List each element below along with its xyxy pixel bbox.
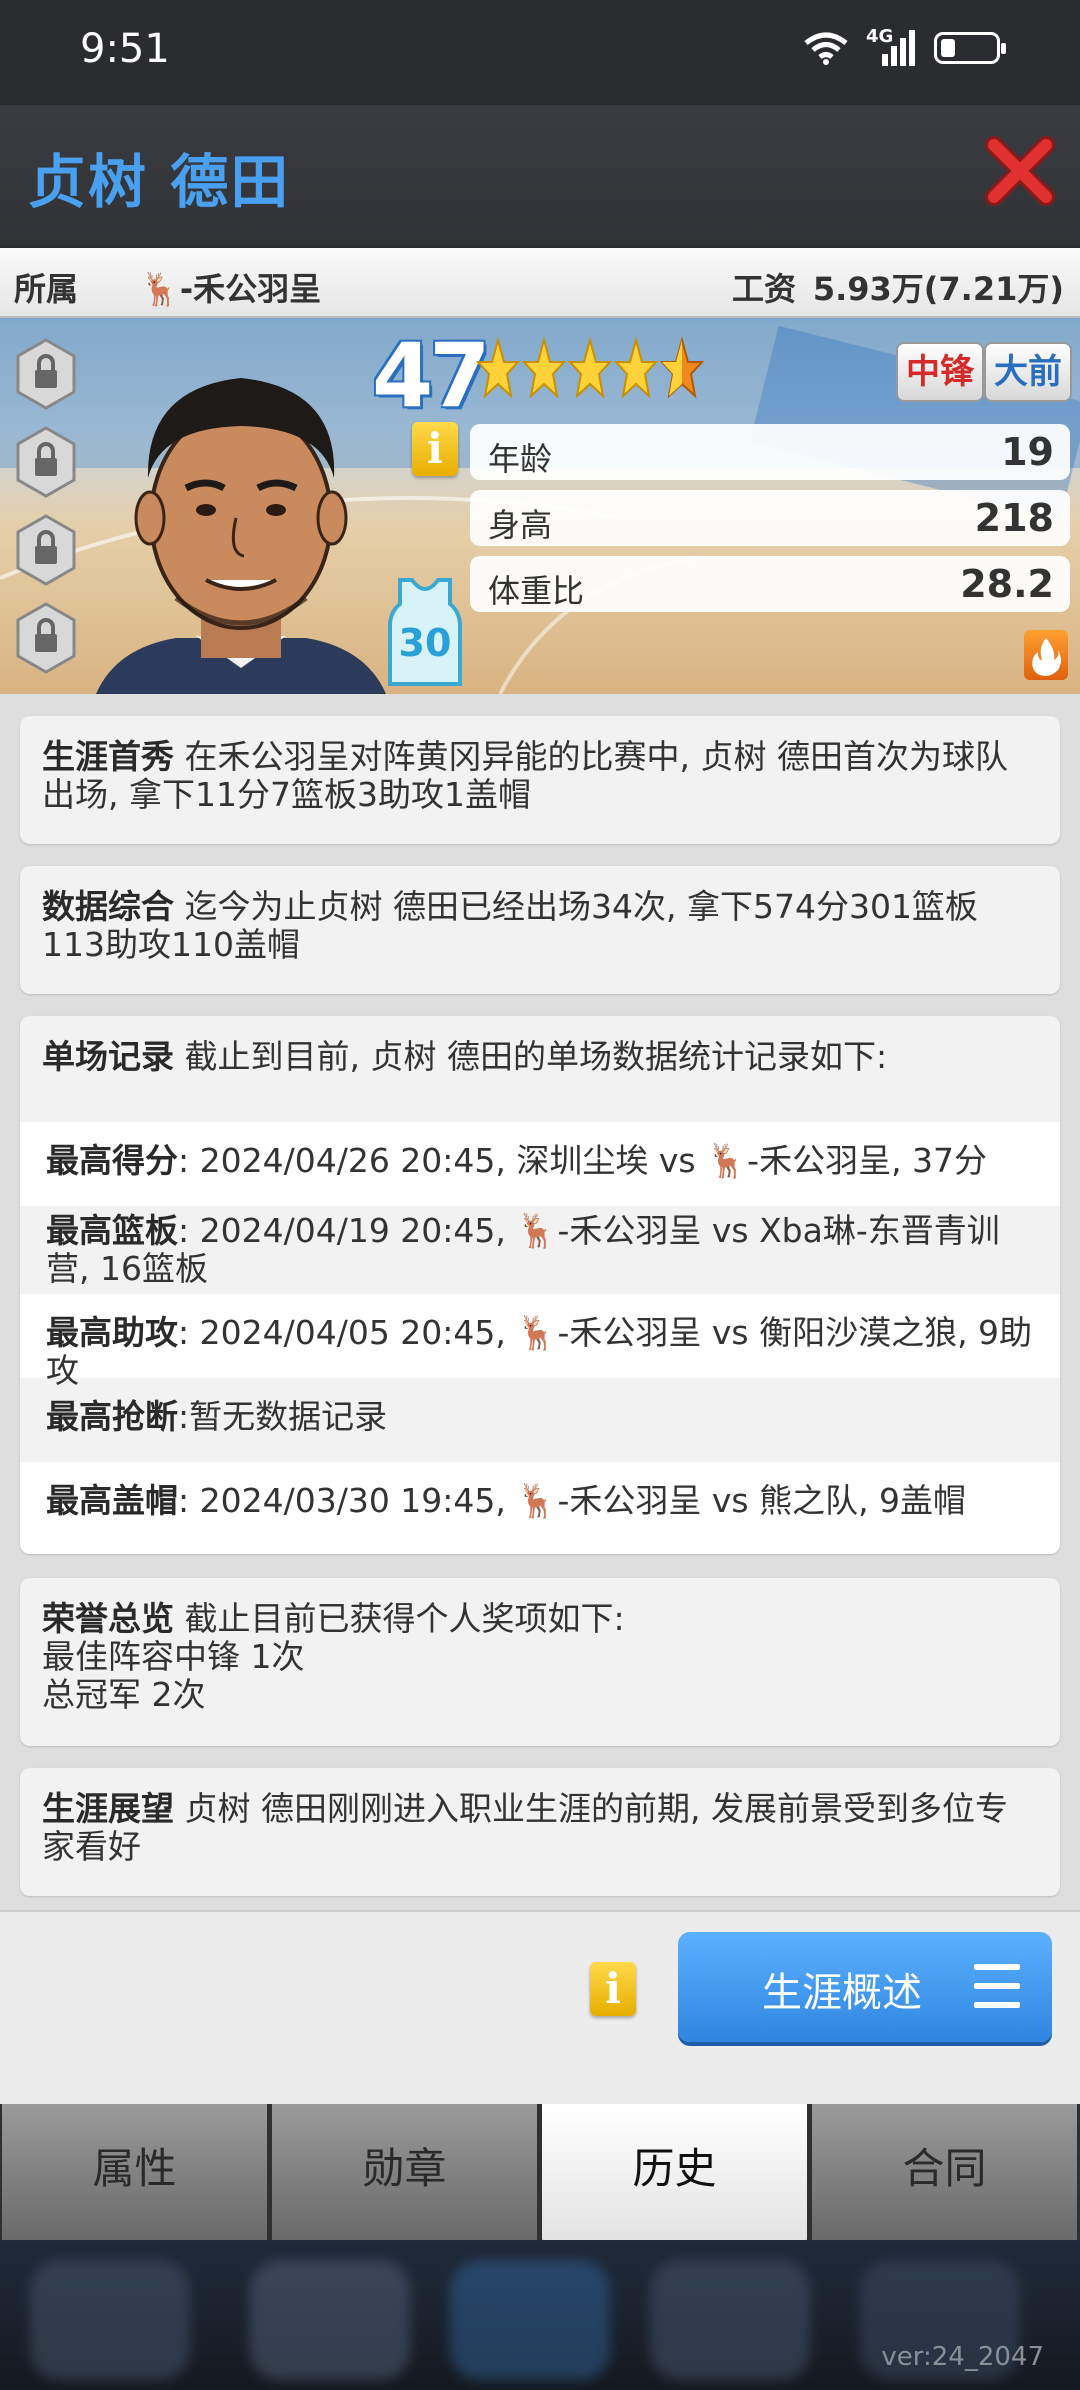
half-star-icon: [660, 336, 704, 399]
record-label: 最高助攻: [46, 1313, 178, 1352]
signal-icon: 4G: [866, 26, 916, 66]
fire-icon[interactable]: [1024, 630, 1068, 680]
network-type: 4G: [866, 26, 894, 47]
record-label: 最高篮板: [46, 1211, 178, 1250]
records-title: 单场记录: [42, 1037, 174, 1076]
close-icon[interactable]: [982, 133, 1058, 209]
lock-icon[interactable]: [16, 514, 76, 586]
position-badge-primary: 中锋: [896, 342, 984, 402]
team-label: 所属: [14, 270, 79, 308]
debut-text: 在禾公羽呈对阵黄冈异能的比赛中, 贞树 德田首次为球队出场, 拿下11分7篮板3…: [42, 737, 1008, 814]
player-avatar: [96, 378, 386, 694]
team-salary-bar: 所属 🦌-禾公羽呈 工资 5.93万(7.21万): [0, 248, 1080, 318]
summary-title: 数据综合: [42, 887, 174, 926]
player-card: 30 47 中锋 大前 i 年龄 19 身高 218 体重比 28.2: [0, 318, 1080, 694]
record-row: 最高盖帽: 2024/03/30 19:45, 🦌-禾公羽呈 vs 熊之队, 9…: [20, 1462, 1060, 1554]
footer-bar: i 生涯概述: [0, 1910, 1080, 2106]
tab-bar: 属性 勋章 历史 合同: [0, 2104, 1080, 2244]
record-text: : 2024/04/26 20:45, 深圳尘埃 vs 🦌-禾公羽呈, 37分: [178, 1141, 988, 1180]
records-text: 截止到目前, 贞树 德田的单场数据统计记录如下:: [184, 1037, 888, 1076]
record-row: 最高得分: 2024/04/26 20:45, 深圳尘埃 vs 🦌-禾公羽呈, …: [20, 1122, 1060, 1206]
outlook-card: 生涯展望 贞树 德田刚刚进入职业生涯的前期, 发展前景受到多位专家看好: [20, 1768, 1060, 1896]
stat-label: 年龄: [488, 440, 553, 478]
record-label: 最高盖帽: [46, 1481, 178, 1520]
honors-title: 荣誉总览: [42, 1599, 174, 1638]
star-icon: [476, 336, 520, 399]
star-icon: [614, 336, 658, 399]
records-card: 单场记录 截止到目前, 贞树 德田的单场数据统计记录如下: 最高得分: 2024…: [20, 1016, 1060, 1554]
tab-contract[interactable]: 合同: [812, 2104, 1080, 2240]
position-badge-secondary: 大前: [984, 342, 1072, 402]
stat-value: 28.2: [960, 562, 1054, 606]
stat-value: 19: [1001, 430, 1054, 474]
outlook-text: 贞树 德田刚刚进入职业生涯的前期, 发展前景受到多位专家看好: [42, 1789, 1008, 1866]
record-text: : 2024/03/30 19:45, 🦌-禾公羽呈 vs 熊之队, 9盖帽: [178, 1481, 967, 1520]
record-label: 最高抢断: [46, 1397, 178, 1436]
clock: 9:51: [80, 26, 170, 72]
stat-row-height: 身高 218: [470, 490, 1070, 546]
stat-row-weight-ratio: 体重比 28.2: [470, 556, 1070, 612]
honor-item: 最佳阵容中锋 1次: [42, 1637, 305, 1676]
team-name[interactable]: 🦌-禾公羽呈: [140, 264, 321, 310]
stat-value: 218: [974, 496, 1054, 540]
star-rating: [476, 334, 704, 404]
career-overview-label: 生涯概述: [762, 1970, 922, 2016]
tab-attributes[interactable]: 属性: [2, 2104, 270, 2240]
star-icon: [568, 336, 612, 399]
info-icon[interactable]: i: [590, 1962, 636, 2016]
salary-value: 5.93万(7.21万): [812, 270, 1064, 308]
summary-card: 数据综合 迄今为止贞树 德田已经出场34次, 拿下574分301篮板113助攻1…: [20, 866, 1060, 994]
background-nav: ver:24_2047: [0, 2240, 1080, 2390]
status-icons: 4G: [804, 26, 1006, 66]
page-title: 贞树 德田: [28, 148, 291, 216]
record-row: 最高抢断:暂无数据记录: [20, 1378, 1060, 1462]
star-icon: [522, 336, 566, 399]
title-bar: 贞树 德田: [0, 105, 1080, 245]
wifi-icon: [804, 32, 848, 65]
menu-icon: [974, 1964, 1020, 2010]
record-text: : 2024/04/19 20:45, 🦌-禾公羽呈 vs Xba琳-东晋青训营…: [46, 1211, 1000, 1288]
jersey-number: 30: [399, 621, 452, 665]
stat-label: 身高: [488, 506, 553, 544]
lock-icon[interactable]: [16, 338, 76, 410]
record-text: :暂无数据记录: [178, 1397, 388, 1436]
honor-item: 总冠军 2次: [42, 1675, 206, 1714]
blurred-nav-icon: [250, 2260, 410, 2380]
version-label: ver:24_2047: [881, 2342, 1044, 2372]
info-icon[interactable]: i: [412, 422, 458, 476]
battery-icon: [934, 32, 1006, 64]
salary-label: 工资: [732, 270, 797, 308]
status-bar: 9:51 4G: [0, 0, 1080, 105]
summary-text: 迄今为止贞树 德田已经出场34次, 拿下574分301篮板113助攻110盖帽: [42, 887, 978, 964]
career-overview-button[interactable]: 生涯概述: [678, 1932, 1052, 2042]
history-content: 生涯首秀 在禾公羽呈对阵黄冈异能的比赛中, 贞树 德田首次为球队出场, 拿下11…: [0, 694, 1080, 1910]
stat-label: 体重比: [488, 572, 585, 610]
tab-badges[interactable]: 勋章: [272, 2104, 540, 2240]
blurred-nav-icon: [30, 2260, 190, 2380]
lock-icon[interactable]: [16, 602, 76, 674]
outlook-title: 生涯展望: [42, 1789, 174, 1828]
debut-title: 生涯首秀: [42, 737, 174, 776]
record-row: 最高助攻: 2024/04/05 20:45, 🦌-禾公羽呈 vs 衡阳沙漠之狼…: [20, 1294, 1060, 1390]
honors-text: 截止目前已获得个人奖项如下:: [184, 1599, 625, 1638]
jersey-icon: 30: [388, 578, 462, 686]
record-row: 最高篮板: 2024/04/19 20:45, 🦌-禾公羽呈 vs Xba琳-东…: [20, 1206, 1060, 1294]
overall-rating: 47: [372, 324, 490, 427]
lock-icon[interactable]: [16, 426, 76, 498]
blurred-nav-icon: [450, 2260, 610, 2380]
record-label: 最高得分: [46, 1141, 178, 1180]
blurred-nav-icon: [650, 2260, 810, 2380]
honors-card: 荣誉总览 截止目前已获得个人奖项如下: 最佳阵容中锋 1次 总冠军 2次: [20, 1578, 1060, 1746]
tab-history[interactable]: 历史: [542, 2104, 810, 2244]
debut-card: 生涯首秀 在禾公羽呈对阵黄冈异能的比赛中, 贞树 德田首次为球队出场, 拿下11…: [20, 716, 1060, 844]
stat-row-age: 年龄 19: [470, 424, 1070, 480]
